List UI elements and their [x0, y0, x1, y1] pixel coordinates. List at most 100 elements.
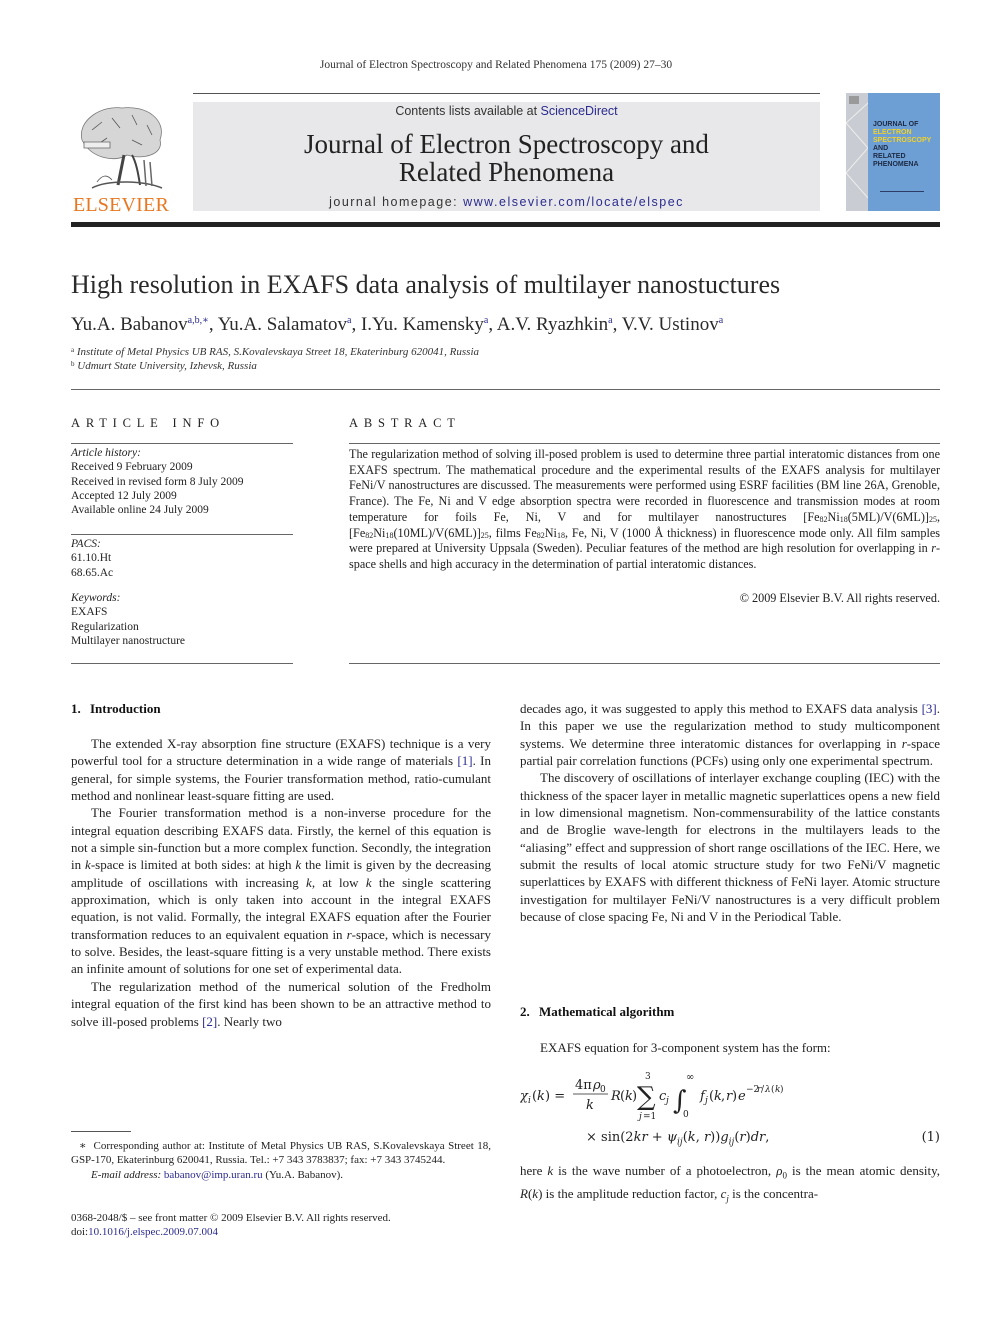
- affiliation-text: Institute of Metal Physics UB RAS, S.Kov…: [76, 346, 479, 358]
- cover-line-1: JOURNAL OF: [873, 121, 919, 128]
- email-line: E-mail address: babanov@imp.uran.ru (Yu.…: [71, 1168, 491, 1182]
- pacs-list: PACS: 61.10.Ht 68.65.Ac: [71, 537, 113, 580]
- affiliation-mark: a: [71, 346, 75, 354]
- svg-text:(: (: [771, 1084, 775, 1095]
- paragraph: The extended X-ray absorption fine struc…: [71, 735, 491, 804]
- abstract-copyright: © 2009 Elsevier B.V. All rights reserved…: [739, 591, 940, 605]
- affiliation-mark: b: [71, 360, 75, 368]
- math-symbol: R: [520, 1185, 528, 1201]
- svg-text:k: k: [586, 1098, 594, 1113]
- email-link[interactable]: babanov@imp.uran.ru: [164, 1169, 263, 1181]
- author[interactable]: Yu.A. Babanova,b,∗: [71, 314, 209, 335]
- svg-text:e: e: [738, 1089, 746, 1104]
- affiliation-divider: [71, 389, 940, 390]
- author-separator: ,: [488, 314, 497, 335]
- citation-link[interactable]: [3]: [922, 701, 937, 716]
- elsevier-logo[interactable]: ELSEVIER: [68, 100, 174, 216]
- email-suffix: (Yu.A. Babanov).: [262, 1168, 343, 1181]
- divider: [71, 443, 293, 444]
- svg-text:k: k: [537, 1089, 545, 1104]
- abstract-text: Ni: [544, 525, 557, 540]
- journal-cover-thumbnail[interactable]: JOURNAL OF ELECTRON SPECTROSCOPY AND REL…: [846, 93, 940, 211]
- paragraph: EXAFS equation for 3-component system ha…: [540, 1040, 831, 1055]
- right-column-body: decades ago, it was suggested to apply t…: [520, 700, 940, 925]
- subscript: 25: [928, 514, 937, 524]
- doi-prefix: doi:: [71, 1226, 89, 1238]
- footnote-mark: ∗: [79, 1140, 87, 1152]
- subscript: 18: [839, 514, 848, 524]
- author-name: Yu.A. Babanov: [71, 314, 188, 335]
- text: is the mean atomic density,: [786, 1163, 941, 1178]
- subscript: 18: [556, 530, 565, 540]
- footnote-paragraph: ∗ Corresponding author at: Institute of …: [71, 1139, 491, 1168]
- journal-banner: Contents lists available at ScienceDirec…: [193, 102, 820, 211]
- sciencedirect-link[interactable]: ScienceDirect: [541, 104, 618, 118]
- svg-text:0: 0: [683, 1110, 689, 1120]
- abstract-text: (10ML)/V(6ML)]: [393, 525, 481, 540]
- keyword-item: Multilayer nanostructure: [71, 634, 186, 647]
- author-name: Yu.A. Salamatov: [217, 314, 347, 335]
- elsevier-tree-icon: [80, 107, 163, 189]
- divider: [71, 534, 293, 535]
- affiliation: a Institute of Metal Physics UB RAS, S.K…: [71, 346, 479, 358]
- author-affiliation-mark[interactable]: a: [719, 315, 723, 326]
- history-item: Received in revised form 8 July 2009: [71, 475, 244, 488]
- svg-text:,: ,: [721, 1089, 725, 1104]
- text: . Nearly two: [217, 1013, 282, 1029]
- citation-link[interactable]: [2]: [202, 1014, 217, 1029]
- history-item: Received 9 February 2009: [71, 461, 193, 474]
- svg-text:∑: ∑: [637, 1082, 656, 1112]
- left-column-body: The extended X-ray absorption fine struc…: [71, 735, 491, 1030]
- citation-link[interactable]: [1]: [457, 753, 472, 768]
- section-number: 2.: [520, 1004, 530, 1019]
- divider: [349, 443, 940, 444]
- journal-title-line-1: Journal of Electron Spectroscopy and: [304, 129, 709, 159]
- homepage-link[interactable]: www.elsevier.com/locate/elspec: [463, 195, 684, 209]
- doi-link[interactable]: 10.1016/j.elspec.2009.07.004: [88, 1226, 218, 1238]
- author[interactable]: A.V. Ryazhkina: [497, 314, 613, 335]
- cover-line-4: AND: [873, 145, 889, 152]
- abstract-text: Ni: [827, 509, 840, 524]
- cover-line-5: RELATED PHENOMENA: [873, 153, 919, 168]
- section-heading-introduction: 1. Introduction: [71, 701, 161, 717]
- history-item: Available online 24 July 2009: [71, 504, 209, 517]
- author[interactable]: I.Yu. Kamenskya: [361, 314, 488, 335]
- text: The extended X-ray absorption fine struc…: [71, 736, 491, 769]
- cover-pattern-icon: [846, 96, 869, 199]
- cover-footer: [880, 191, 924, 202]
- author-name: I.Yu. Kamensky: [360, 314, 484, 335]
- text: ) is the amplitude reduction factor,: [538, 1185, 721, 1201]
- contents-prefix: Contents lists available at: [395, 104, 541, 118]
- author-separator: ,: [351, 314, 361, 335]
- abstract-text: Ni: [373, 525, 386, 540]
- text: -space is limited at both sides: at high: [90, 857, 296, 873]
- affiliation-text: Udmurt State University, Izhevsk, Russia: [77, 360, 257, 372]
- svg-text:): ): [780, 1084, 784, 1095]
- author-affiliation-mark[interactable]: a,b,∗: [188, 315, 209, 326]
- journal-title: Journal of Electron Spectroscopy and Rel…: [193, 130, 820, 186]
- section-number: 1.: [71, 701, 81, 716]
- article-title: High resolution in EXAFS data analysis o…: [71, 270, 781, 299]
- paragraph: The regularization method of the numeric…: [71, 978, 491, 1030]
- author[interactable]: V.V. Ustinova: [622, 314, 723, 335]
- subscript: 82: [536, 530, 545, 540]
- abstract-text: , films Fe: [488, 525, 537, 540]
- homepage-line: journal homepage: www.elsevier.com/locat…: [193, 195, 820, 209]
- abstract-heading: ABSTRACT: [349, 416, 461, 430]
- keyword-item: EXAFS: [71, 606, 108, 619]
- doi-line: doi:10.1016/j.elspec.2009.07.004: [71, 1226, 218, 1238]
- author[interactable]: Yu.A. Salamatova: [218, 314, 352, 335]
- svg-text:0: 0: [600, 1085, 606, 1095]
- history-item: Accepted 12 July 2009: [71, 489, 177, 502]
- history-label: Article history:: [71, 447, 141, 459]
- abstract-text: (5ML)/V(6ML)]: [847, 509, 929, 524]
- running-header: Journal of Electron Spectroscopy and Rel…: [319, 59, 673, 71]
- cover-title: JOURNAL OF ELECTRON SPECTROSCOPY AND REL…: [873, 121, 940, 169]
- pacs-item: 68.65.Ac: [71, 566, 114, 579]
- section-heading-mathematical-algorithm: 2. Mathematical algorithm: [520, 1004, 674, 1020]
- paragraph: The discovery of oscillations of interla…: [520, 770, 940, 925]
- affiliation: b Udmurt State University, Izhevsk, Russ…: [71, 360, 257, 372]
- journal-title-line-2: Related Phenomena: [398, 157, 615, 187]
- svg-text:4π: 4π: [575, 1078, 592, 1093]
- cover-line-3: SPECTROSCOPY: [873, 137, 932, 144]
